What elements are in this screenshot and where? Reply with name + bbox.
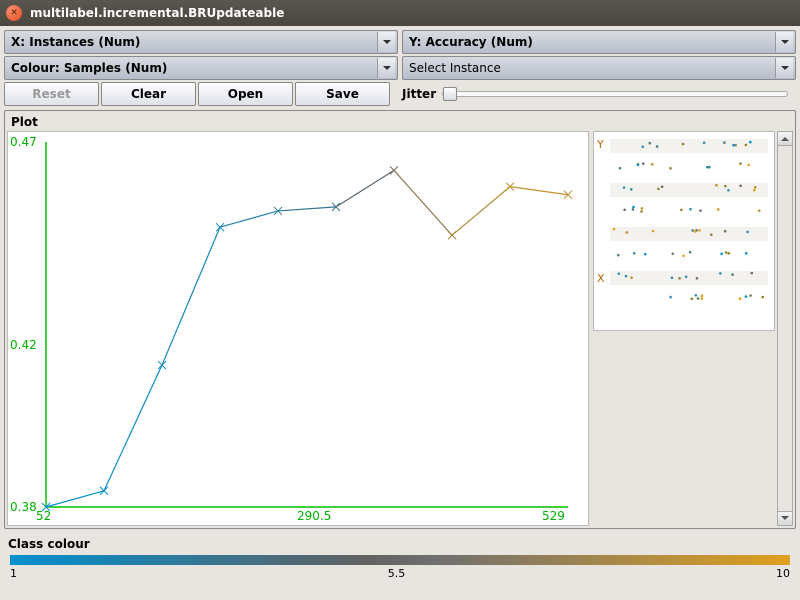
open-button[interactable]: Open xyxy=(198,82,293,106)
plot-title: Plot xyxy=(7,113,793,131)
colour-gradient-bar xyxy=(10,555,790,565)
jitter-label: Jitter xyxy=(402,87,436,101)
attribute-panel: Y X xyxy=(593,131,793,526)
window-title: multilabel.incremental.BRUpdateable xyxy=(30,6,284,20)
plot-panel: Plot 0.38 0.42 0.47 52 290.5 529 Y X xyxy=(4,110,796,529)
y-tick: 0.42 xyxy=(10,338,37,352)
mini-scatter[interactable]: Y X xyxy=(593,131,775,331)
x-axis-selector[interactable]: X: Instances (Num) xyxy=(4,30,398,54)
close-icon[interactable]: ✕ xyxy=(6,5,22,21)
x-tick: 529 xyxy=(542,509,565,523)
reset-button[interactable]: Reset xyxy=(4,82,99,106)
chevron-down-icon xyxy=(775,58,793,78)
x-axis-label: X: Instances (Num) xyxy=(11,35,140,49)
x-tick: 52 xyxy=(36,509,51,523)
y-axis-label: Y: Accuracy (Num) xyxy=(409,35,533,49)
chevron-down-icon xyxy=(775,32,793,52)
instance-label: Select Instance xyxy=(409,61,501,75)
clear-button[interactable]: Clear xyxy=(101,82,196,106)
y-axis-selector[interactable]: Y: Accuracy (Num) xyxy=(402,30,796,54)
window-titlebar: ✕ multilabel.incremental.BRUpdateable xyxy=(0,0,800,26)
save-button[interactable]: Save xyxy=(295,82,390,106)
jitter-slider[interactable] xyxy=(442,91,788,97)
chevron-down-icon xyxy=(377,58,395,78)
colour-label: Colour: Samples (Num) xyxy=(11,61,167,75)
content-pane: X: Instances (Num) Y: Accuracy (Num) Col… xyxy=(0,26,800,584)
scrollbar[interactable] xyxy=(777,131,793,526)
class-colour-title: Class colour xyxy=(4,535,796,553)
colour-min: 1 xyxy=(10,567,17,580)
chevron-down-icon xyxy=(377,32,395,52)
scroll-up-icon[interactable] xyxy=(778,132,792,146)
scroll-down-icon[interactable] xyxy=(778,511,792,525)
main-chart[interactable]: 0.38 0.42 0.47 52 290.5 529 xyxy=(7,131,589,526)
x-tick: 290.5 xyxy=(297,509,331,523)
colour-max: 10 xyxy=(776,567,790,580)
instance-selector[interactable]: Select Instance xyxy=(402,56,796,80)
slider-thumb-icon[interactable] xyxy=(443,87,457,101)
colour-selector[interactable]: Colour: Samples (Num) xyxy=(4,56,398,80)
class-colour-panel: Class colour 1 5.5 10 xyxy=(4,535,796,580)
y-tick: 0.38 xyxy=(10,500,37,514)
colour-mid: 5.5 xyxy=(388,567,406,580)
y-tick: 0.47 xyxy=(10,135,37,149)
